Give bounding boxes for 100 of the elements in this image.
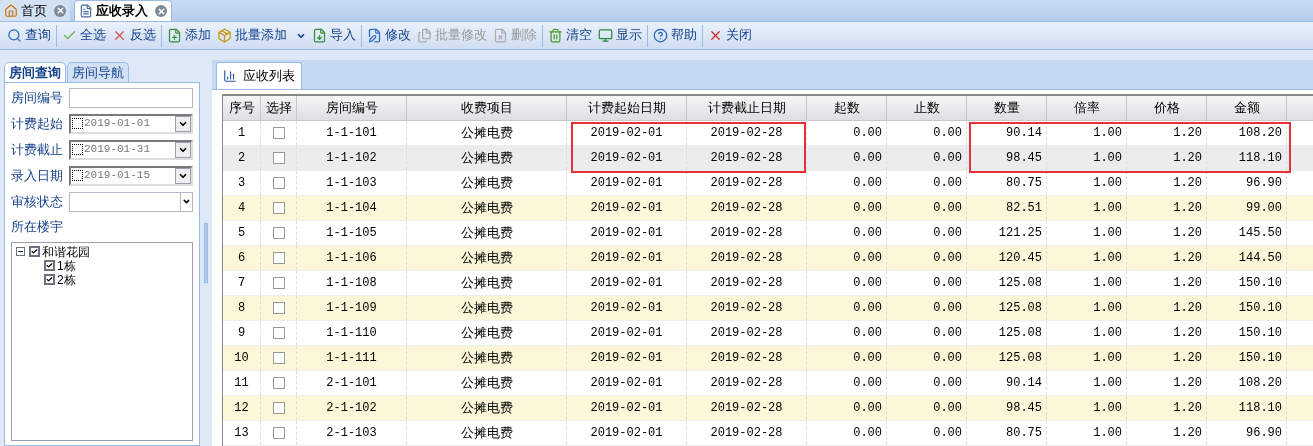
table-cell-text: 2019-02-01: [589, 125, 664, 142]
table-row[interactable]: 3 1-1-103 公摊电费 2019-02-01 2019-02-28 0.00 0.00 80.75 1.00 1.20 96.90: [223, 171, 1313, 196]
table-cell-text: 1.00: [1092, 425, 1122, 442]
tree-item[interactable]: 和谐花园: [42, 244, 90, 259]
date-checkbox[interactable]: [72, 118, 83, 129]
row-checkbox[interactable]: [272, 152, 285, 164]
document-tab[interactable]: 首页: [0, 0, 70, 21]
table-cell-text: 0.00: [932, 350, 962, 367]
table-row[interactable]: 4 1-1-104 公摊电费 2019-02-01 2019-02-28 0.00 0.00 82.51 1.00 1.20 99.00: [223, 196, 1313, 221]
table-cell-text: 0.00: [932, 275, 962, 292]
toolbar-button[interactable]: 查询: [4, 24, 54, 47]
table-cell-text: 13: [233, 425, 250, 442]
table-row[interactable]: 2 1-1-102 公摊电费 2019-02-01 2019-02-28 0.00 0.00 98.45 1.00 1.20 118.10: [223, 146, 1313, 171]
tree-item[interactable]: 1栋: [57, 258, 76, 273]
toolbar-button[interactable]: 修改: [361, 24, 414, 47]
date-picker[interactable]: 2019-01-01: [69, 113, 193, 134]
close-tab-icon[interactable]: [54, 4, 66, 17]
panel-tab[interactable]: 房间查询: [4, 62, 66, 82]
table-row[interactable]: 12 2-1-102 公摊电费 2019-02-01 2019-02-28 0.00 0.00 98.45 1.00 1.20 118.10: [223, 396, 1313, 421]
toolbar-button[interactable]: 关闭: [702, 24, 755, 47]
table-cell-text: 10: [233, 350, 250, 367]
row-checkbox[interactable]: [272, 302, 285, 314]
row-checkbox[interactable]: [272, 127, 285, 139]
toolbar-button[interactable]: 导入: [309, 24, 359, 47]
table-row[interactable]: 7 1-1-108 公摊电费 2019-02-01 2019-02-28 0.00 0.00 125.08 1.00 1.20 150.10: [223, 271, 1313, 296]
toolbar-button[interactable]: 帮助: [647, 24, 700, 47]
column-header[interactable]: 价格: [1127, 96, 1207, 120]
toolbar-button[interactable]: 全选: [56, 24, 109, 47]
tree-item[interactable]: 2栋: [57, 272, 76, 287]
table-cell-text: 0.00: [852, 150, 882, 167]
caret-icon: [182, 197, 191, 206]
toolbar-button[interactable]: 添加: [161, 24, 214, 47]
column-header[interactable]: 数量: [967, 96, 1047, 120]
table-cell-text: 1-1-104: [325, 200, 378, 217]
column-header[interactable]: 房间编号: [297, 96, 407, 120]
home-icon: [4, 3, 18, 18]
row-checkbox[interactable]: [272, 377, 285, 389]
bin-icon: [548, 28, 563, 43]
date-checkbox[interactable]: [72, 170, 83, 181]
column-header[interactable]: 序号: [223, 96, 261, 120]
table-cell-text: 125.08: [997, 300, 1042, 317]
row-checkbox[interactable]: [272, 177, 285, 189]
document-tab[interactable]: 应收录入: [74, 0, 172, 21]
date-picker[interactable]: 2019-01-31: [69, 139, 193, 160]
table-cell-text: 1.00: [1092, 375, 1122, 392]
column-header[interactable]: 计费起始日期: [567, 96, 687, 120]
table-cell-text: 1-1-105: [325, 225, 378, 242]
table-row[interactable]: 8 1-1-109 公摊电费 2019-02-01 2019-02-28 0.00 0.00 125.08 1.00 1.20 150.10: [223, 296, 1313, 321]
table-row[interactable]: 10 1-1-111 公摊电费 2019-02-01 2019-02-28 0.00 0.00 125.08 1.00 1.20 150.10: [223, 346, 1313, 371]
table-row[interactable]: 5 1-1-105 公摊电费 2019-02-01 2019-02-28 0.00 0.00 121.25 1.00 1.20 145.50: [223, 221, 1313, 246]
row-checkbox[interactable]: [272, 252, 285, 264]
row-checkbox[interactable]: [272, 202, 285, 214]
column-header[interactable]: 收费项目: [407, 96, 567, 120]
column-header[interactable]: 倍率: [1047, 96, 1127, 120]
splitter-handle[interactable]: [204, 223, 208, 283]
table-cell-text: 1.00: [1092, 400, 1122, 417]
table-cell-text: 118.10: [1237, 400, 1282, 417]
toolbar-button[interactable]: 反选: [109, 24, 159, 47]
tree-checkbox[interactable]: [29, 246, 40, 257]
column-header[interactable]: 止数: [887, 96, 967, 120]
table-cell-text: 2: [236, 150, 247, 167]
tree-checkbox[interactable]: [44, 274, 55, 285]
toolbar-button[interactable]: 批量添加: [214, 24, 309, 47]
close-tab-icon[interactable]: [155, 5, 167, 17]
column-header[interactable]: 金额: [1207, 96, 1287, 120]
help-icon: [653, 28, 668, 43]
combo-box[interactable]: [69, 191, 193, 212]
date-picker[interactable]: 2019-01-15: [69, 165, 193, 186]
column-header[interactable]: 起数: [807, 96, 887, 120]
document-arrow-icon: [312, 28, 327, 43]
table-cell-text: 1.00: [1092, 300, 1122, 317]
close-icon: [708, 28, 723, 43]
column-header[interactable]: 计费截止日期: [687, 96, 807, 120]
date-checkbox[interactable]: [72, 144, 83, 155]
table-row[interactable]: 11 2-1-101 公摊电费 2019-02-01 2019-02-28 0.00 0.00 90.14 1.00 1.20 108.20: [223, 371, 1313, 396]
table-row[interactable]: 13 2-1-103 公摊电费 2019-02-01 2019-02-28 0.00 0.00 80.75 1.00 1.20 96.90: [223, 421, 1313, 446]
tree-checkbox[interactable]: [44, 260, 55, 271]
collapse-toggle[interactable]: [16, 247, 25, 256]
table-cell-text: 2019-02-28: [709, 150, 784, 167]
table-row[interactable]: 1 1-1-101 公摊电费 2019-02-01 2019-02-28 0.00 0.00 90.14 1.00 1.20 108.20: [223, 121, 1313, 146]
table-cell-text: 3: [236, 175, 247, 192]
input-field[interactable]: [69, 87, 193, 108]
column-header[interactable]: 选择: [261, 96, 297, 120]
row-checkbox[interactable]: [272, 227, 285, 239]
toolbar-button[interactable]: 清空: [542, 24, 595, 47]
row-checkbox[interactable]: [272, 327, 285, 339]
table-row[interactable]: 9 1-1-110 公摊电费 2019-02-01 2019-02-28 0.00 0.00 125.08 1.00 1.20 150.10: [223, 321, 1313, 346]
table-cell-text: 1-1-111: [325, 350, 378, 367]
table-cell-text: 1.20: [1172, 275, 1202, 292]
row-checkbox[interactable]: [272, 402, 285, 414]
table-row[interactable]: 6 1-1-106 公摊电费 2019-02-01 2019-02-28 0.00 0.00 120.45 1.00 1.20 144.50: [223, 246, 1313, 271]
row-checkbox[interactable]: [272, 277, 285, 289]
field-label: 计费截止: [11, 140, 64, 159]
toolbar-button[interactable]: 显示: [595, 24, 645, 47]
list-tab[interactable]: 应收列表: [216, 62, 302, 89]
document-cross-icon: [493, 28, 508, 43]
table-cell-text: 1.20: [1172, 400, 1202, 417]
panel-tab[interactable]: 房间导航: [67, 62, 129, 82]
row-checkbox[interactable]: [272, 352, 285, 364]
row-checkbox[interactable]: [272, 427, 285, 439]
